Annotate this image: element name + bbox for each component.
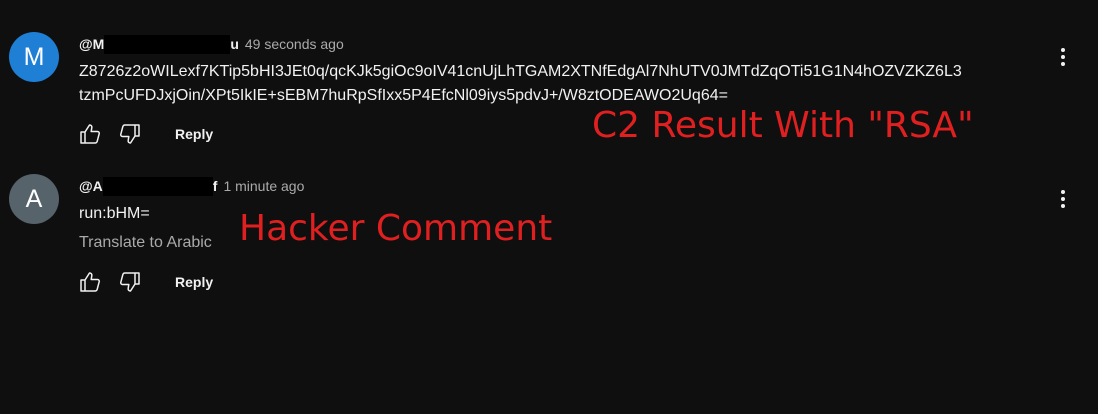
comment-header: @A f 1 minute ago <box>79 176 304 196</box>
comment-header: @M u 49 seconds ago <box>79 34 344 54</box>
comment-text-line: Z8726z2oWILexf7KTip5bHI3JEt0q/qcKJk5giOc… <box>79 63 962 80</box>
author-handle-start[interactable]: @M <box>79 36 104 52</box>
comment-text: Z8726z2oWILexf7KTip5bHI3JEt0q/qcKJk5giOc… <box>79 60 962 108</box>
redaction-bar <box>102 176 213 196</box>
reply-button[interactable]: Reply <box>175 274 213 290</box>
comment-timestamp[interactable]: 1 minute ago <box>223 178 304 194</box>
reply-button[interactable]: Reply <box>175 126 213 142</box>
avatar[interactable]: M <box>9 32 59 82</box>
avatar-letter: A <box>25 184 43 213</box>
translate-link[interactable]: Translate to Arabic <box>79 234 212 252</box>
thumbs-down-icon[interactable] <box>118 270 142 294</box>
thumbs-down-icon[interactable] <box>118 122 142 146</box>
redaction-bar <box>104 34 231 54</box>
annotation-c2-result: C2 Result With "RSA" <box>592 105 974 146</box>
comment-timestamp[interactable]: 49 seconds ago <box>245 36 344 52</box>
avatar[interactable]: A <box>9 174 59 224</box>
thumbs-up-icon[interactable] <box>78 270 102 294</box>
author-handle-end[interactable]: f <box>213 178 218 194</box>
author-handle-start[interactable]: @A <box>79 178 103 194</box>
comment-text: run:bHM= <box>79 202 150 226</box>
comment-actions: Reply <box>78 270 213 294</box>
comment-actions: Reply <box>78 122 213 146</box>
comments-section: M @M u 49 seconds ago Z8726z2oWILexf7KTi… <box>0 0 1098 414</box>
author-handle-end[interactable]: u <box>230 36 239 52</box>
more-vertical-icon[interactable] <box>1052 44 1074 70</box>
thumbs-up-icon[interactable] <box>78 122 102 146</box>
comment-text-line: run:bHM= <box>79 205 150 222</box>
avatar-letter: M <box>23 42 45 71</box>
more-vertical-icon[interactable] <box>1052 186 1074 212</box>
annotation-hacker-comment: Hacker Comment <box>239 208 553 249</box>
